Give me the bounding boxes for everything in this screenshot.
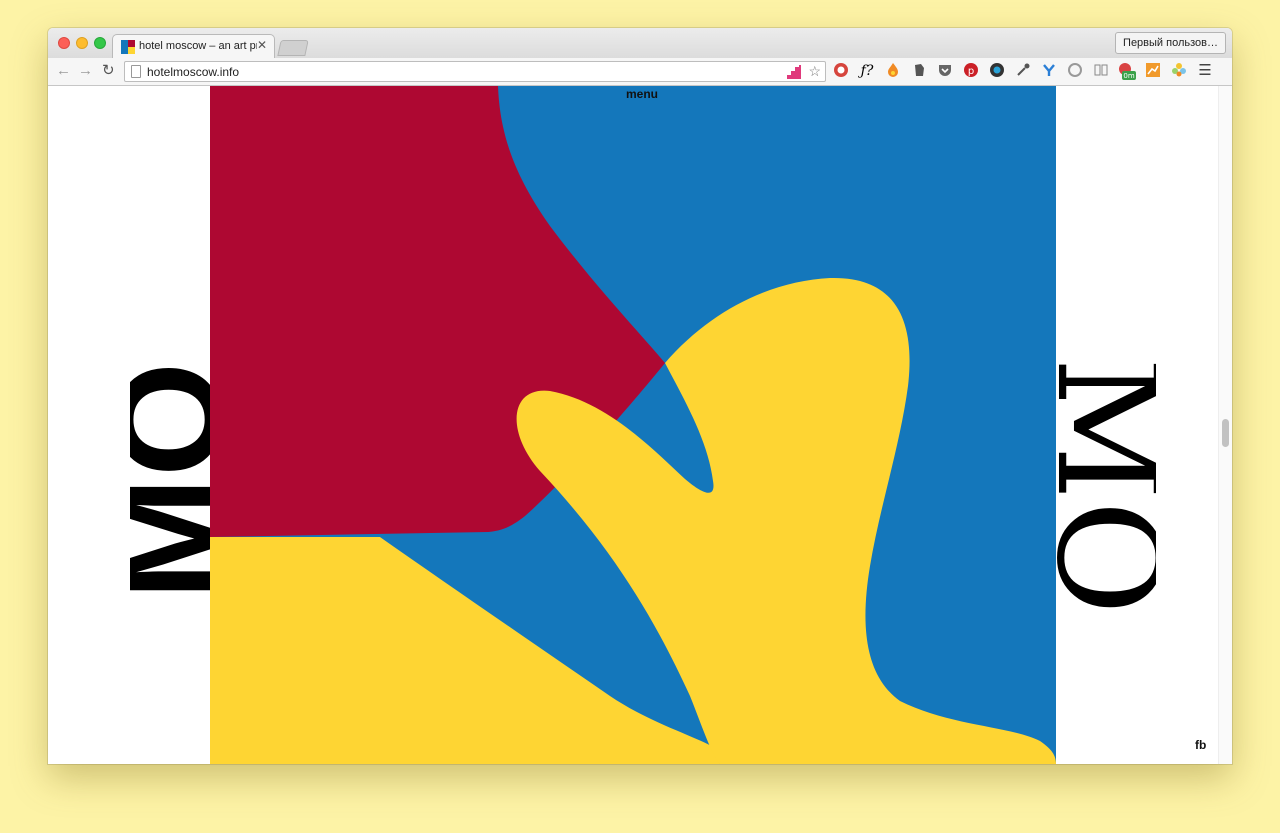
browser-toolbar: ← → ↻ hotelmoscow.info ☆ ƒ? p 0m ☰ [48, 58, 1232, 86]
new-tab-button[interactable] [277, 40, 309, 56]
menu-icon[interactable]: ☰ [1196, 62, 1214, 80]
ublock-icon[interactable] [832, 62, 850, 80]
svg-text:p: p [968, 66, 974, 77]
badge-0m-icon[interactable]: 0m [1118, 62, 1136, 80]
camera-icon[interactable] [988, 62, 1006, 80]
profile-button[interactable]: Первый пользов… [1115, 32, 1226, 54]
pocket-stairs-icon[interactable] [787, 65, 801, 79]
forward-arrow-icon[interactable]: → [78, 63, 93, 79]
reload-icon[interactable]: ↻ [102, 63, 115, 79]
tab-close-icon[interactable]: ✕ [257, 38, 267, 52]
left-vertical-text: MO [130, 361, 210, 601]
page-scrollbar[interactable] [1218, 86, 1232, 764]
tab-title: hotel moscow – an art proj [139, 40, 257, 52]
abstract-artwork [210, 86, 1056, 764]
font-f-icon[interactable]: ƒ? [858, 62, 876, 80]
back-arrow-icon[interactable]: ← [56, 63, 71, 79]
right-vertical-title: MO [1056, 266, 1156, 706]
close-window-button[interactable] [58, 37, 70, 49]
title-bar: hotel moscow – an art proj ✕ Первый поль… [48, 28, 1232, 58]
zoom-window-button[interactable] [94, 37, 106, 49]
chart-icon[interactable] [1144, 62, 1162, 80]
scroll-thumb[interactable] [1222, 419, 1229, 447]
favicon-icon [121, 40, 135, 54]
flame-icon[interactable] [884, 62, 902, 80]
refresh-circle-icon[interactable] [1066, 62, 1084, 80]
reader-icon[interactable] [1092, 62, 1110, 80]
bookmark-star-icon[interactable]: ☆ [808, 63, 821, 80]
pocket-icon[interactable] [936, 62, 954, 80]
page-viewport: MO menu MO fb [48, 86, 1232, 764]
right-vertical-text: MO [1056, 356, 1156, 616]
url-text: hotelmoscow.info [147, 65, 240, 79]
page-icon [131, 65, 141, 78]
minimize-window-button[interactable] [76, 37, 88, 49]
y-icon[interactable] [1040, 62, 1058, 80]
svg-text:0m: 0m [1123, 72, 1134, 80]
flower-icon[interactable] [1170, 62, 1188, 80]
browser-window: hotel moscow – an art proj ✕ Первый поль… [48, 28, 1232, 764]
pinterest-icon[interactable]: p [962, 62, 980, 80]
evernote-icon[interactable] [910, 62, 928, 80]
address-bar[interactable]: hotelmoscow.info ☆ [124, 61, 826, 82]
eyedropper-icon[interactable] [1014, 62, 1032, 80]
left-vertical-title: MO [130, 286, 210, 676]
browser-tab[interactable]: hotel moscow – an art proj ✕ [112, 34, 275, 58]
fb-link[interactable]: fb [1195, 738, 1206, 752]
menu-link[interactable]: menu [626, 87, 658, 101]
